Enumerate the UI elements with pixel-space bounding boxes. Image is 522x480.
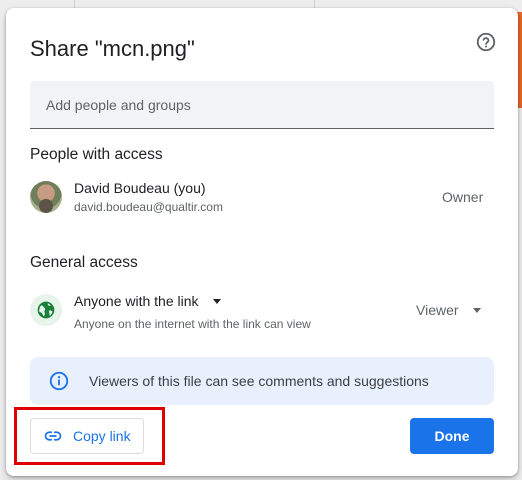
dialog-title: Share "mcn.png" bbox=[30, 36, 195, 61]
add-people-input[interactable] bbox=[30, 81, 494, 129]
done-button[interactable]: Done bbox=[410, 418, 494, 454]
avatar bbox=[30, 181, 62, 213]
access-type-dropdown[interactable]: Anyone with the link bbox=[74, 293, 221, 309]
person-email: david.boudeau@qualtir.com bbox=[74, 200, 223, 214]
share-dialog: Share "mcn.png" People with access David… bbox=[6, 8, 518, 476]
link-icon bbox=[44, 431, 62, 441]
caret-down-icon bbox=[212, 298, 221, 304]
info-banner-text: Viewers of this file can see comments an… bbox=[89, 373, 429, 389]
copy-link-label: Copy link bbox=[73, 428, 131, 444]
person-name: David Boudeau (you) bbox=[74, 180, 206, 196]
help-circle-icon[interactable] bbox=[475, 31, 497, 53]
caret-down-icon bbox=[472, 307, 481, 313]
info-icon bbox=[49, 371, 69, 391]
role-label: Viewer bbox=[416, 302, 459, 318]
general-access-heading: General access bbox=[30, 254, 138, 271]
copy-link-button[interactable]: Copy link bbox=[30, 418, 144, 454]
role-dropdown[interactable]: Viewer bbox=[416, 302, 481, 318]
access-type-label: Anyone with the link bbox=[74, 293, 199, 309]
people-with-access-heading: People with access bbox=[30, 146, 163, 163]
info-banner: Viewers of this file can see comments an… bbox=[30, 357, 494, 405]
globe-icon bbox=[37, 301, 55, 319]
access-description: Anyone on the internet with the link can… bbox=[74, 317, 311, 331]
globe-icon-wrap bbox=[30, 294, 62, 326]
person-role: Owner bbox=[442, 189, 484, 205]
